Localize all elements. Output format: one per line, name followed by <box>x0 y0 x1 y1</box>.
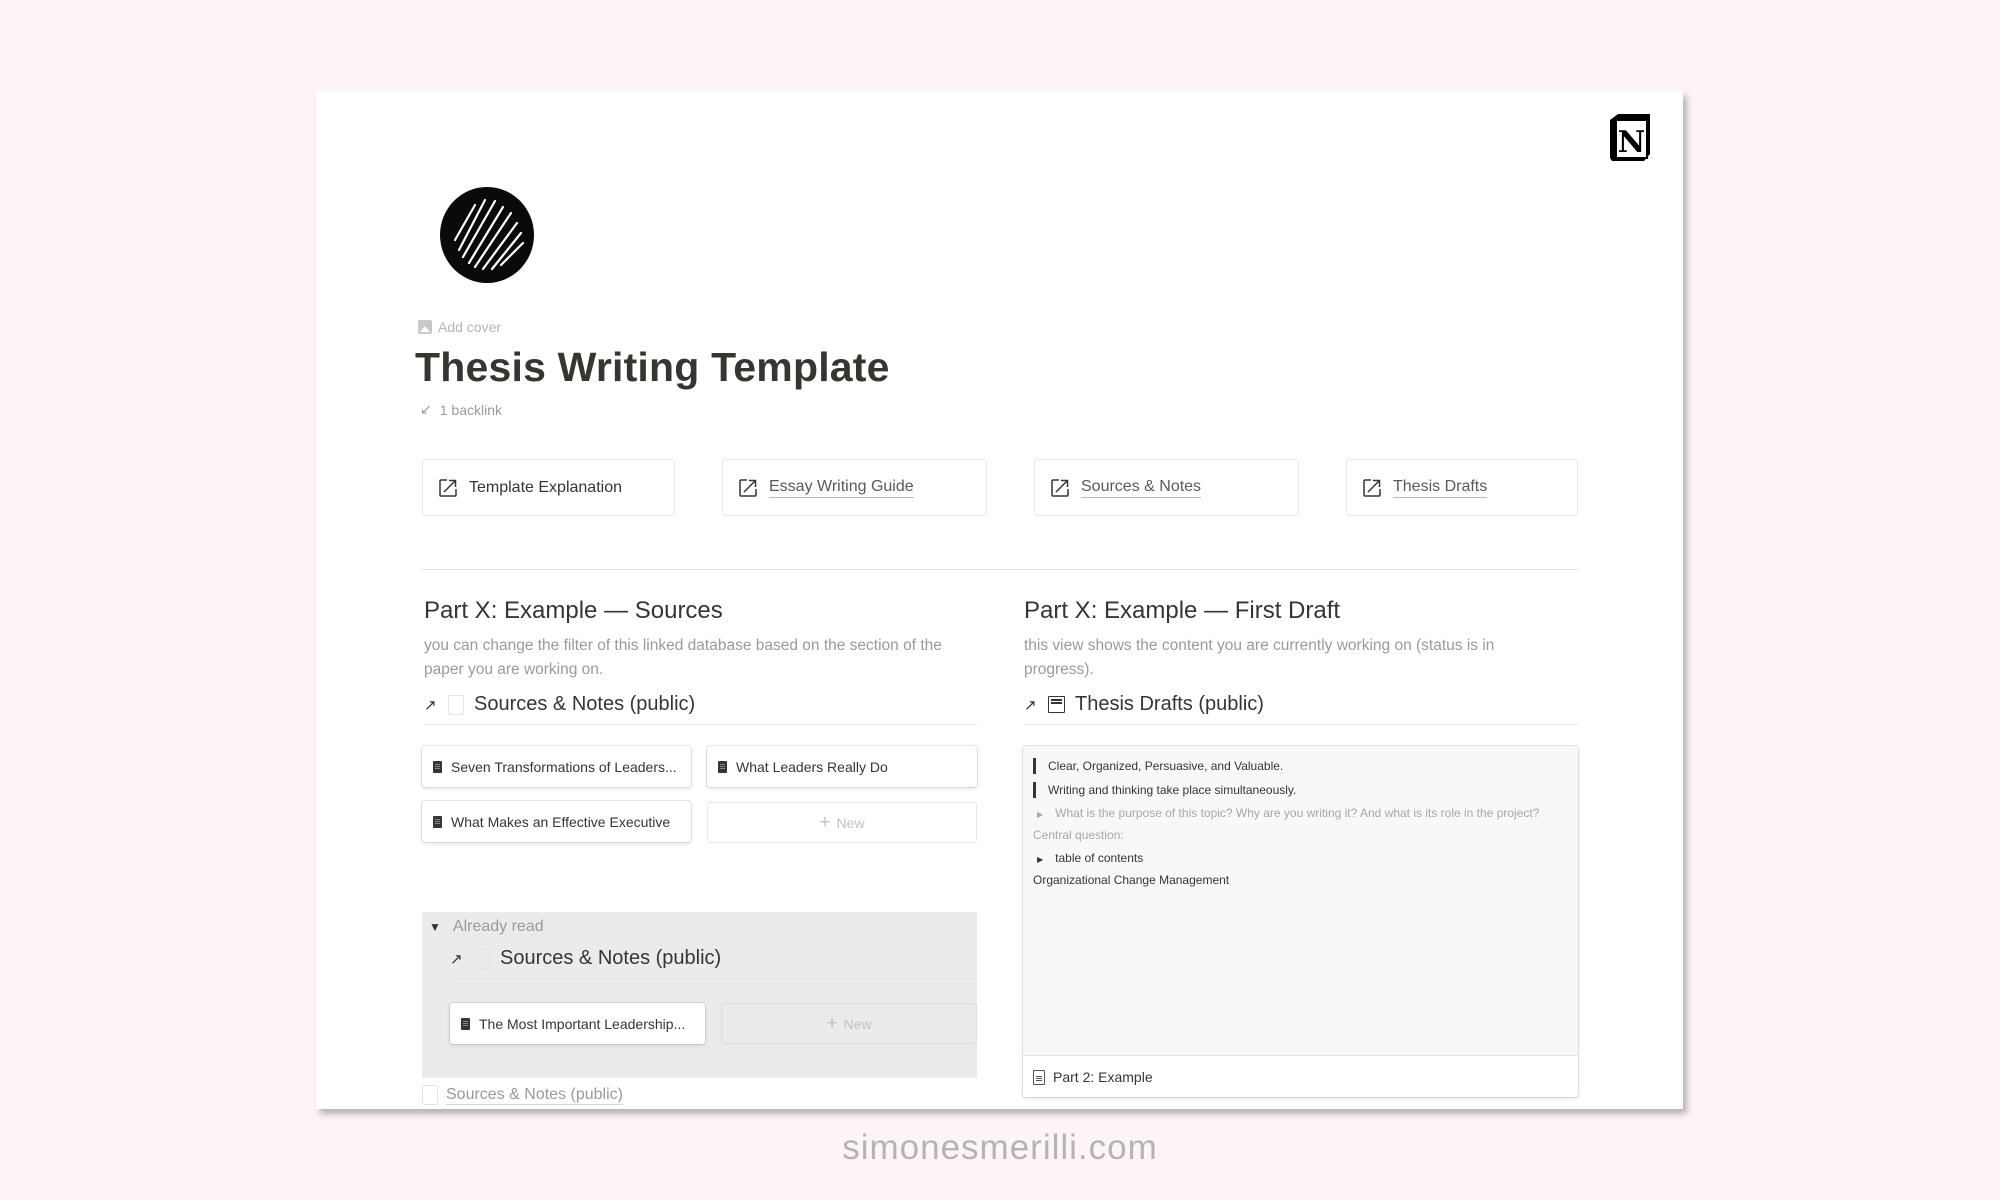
backlinks-button[interactable]: ↙ 1 backlink <box>420 401 502 418</box>
add-cover-button[interactable]: Add cover <box>418 319 501 335</box>
document-icon <box>433 760 442 773</box>
gallery-card-title: What Makes an Effective Executive <box>451 813 671 830</box>
linked-arrow-icon: ↗ <box>424 696 437 714</box>
database-title-label: Sources & Notes (public) <box>500 947 722 969</box>
notion-logo-icon: N <box>1610 114 1650 161</box>
image-icon <box>418 320 432 334</box>
clipboard-icon <box>422 1085 438 1105</box>
gallery-card-title: The Most Important Leadership... <box>479 1015 686 1032</box>
preview-toggle: ▶ table of contents <box>1033 851 1143 865</box>
thesis-drafts-database-title[interactable]: ↗ Thesis Drafts (public) <box>1024 693 1578 725</box>
gallery-card[interactable]: What Makes an Effective Executive <box>422 801 691 842</box>
toggle-triangle-right-icon: ▶ <box>1037 855 1044 864</box>
notion-page-card: N Add cover Thesis Writing Template ↙ 1 … <box>316 91 1683 1109</box>
external-link-icon <box>1363 478 1381 497</box>
new-label: New <box>843 1015 872 1032</box>
toggle-triangle-down-icon[interactable]: ▼ <box>429 920 441 934</box>
link-card-sources-notes[interactable]: Sources & Notes <box>1034 459 1299 516</box>
link-card-thesis-drafts[interactable]: Thesis Drafts <box>1346 459 1578 516</box>
plus-icon: + <box>826 1013 838 1034</box>
document-icon <box>461 1017 470 1030</box>
link-card-template-explanation[interactable]: Template Explanation <box>422 459 675 516</box>
divider <box>422 569 1578 570</box>
gallery-card-title: What Leaders Really Do <box>736 758 888 775</box>
toggle-label: Already read <box>452 918 544 935</box>
already-read-toggle-block: ▼ Already read ↗ Sources & Notes (public… <box>422 912 977 1078</box>
document-icon <box>718 760 727 773</box>
sources-description: you can change the filter of this linked… <box>424 637 942 678</box>
page-icon <box>1033 1069 1045 1085</box>
preview-text: Organizational Change Management <box>1033 873 1230 887</box>
gallery-card[interactable]: Seven Transformations of Leaders... <box>422 746 691 787</box>
sources-notes-page-link[interactable]: Sources & Notes (public) <box>422 1085 623 1105</box>
preview-toggle-text: What is the purpose of this topic? Why a… <box>1055 806 1540 820</box>
database-title-label: Thesis Drafts (public) <box>1075 693 1264 715</box>
external-link-icon <box>439 478 457 497</box>
link-card-label: Sources & Notes <box>1081 477 1202 498</box>
new-label: New <box>836 814 865 831</box>
card-preview: Clear, Organized, Persuasive, and Valuab… <box>1023 746 1578 1056</box>
watermark: simonesmerilli.com <box>842 1128 1158 1167</box>
backlinks-label: 1 backlink <box>439 401 502 418</box>
gallery-card-title: Seven Transformations of Leaders... <box>451 758 677 775</box>
database-table-icon <box>1048 696 1065 713</box>
sources-heading: Part X: Example — Sources <box>424 597 723 624</box>
preview-toggle: ▶ What is the purpose of this topic? Why … <box>1033 806 1539 820</box>
svg-text:N: N <box>1618 125 1645 160</box>
database-title-label: Sources & Notes (public) <box>474 693 696 715</box>
new-card-button[interactable]: + New <box>721 1003 977 1044</box>
link-card-label: Essay Writing Guide <box>769 477 914 498</box>
external-link-icon <box>1051 478 1069 497</box>
link-card-essay-writing-guide[interactable]: Essay Writing Guide <box>722 459 987 516</box>
plus-icon: + <box>819 812 831 833</box>
first-draft-heading: Part X: Example — First Draft <box>1024 597 1341 624</box>
sources-database-title[interactable]: ↗ Sources & Notes (public) <box>424 693 977 725</box>
linked-arrow-icon: ↗ <box>450 950 463 968</box>
card-footer: Part 2: Example <box>1033 1057 1153 1097</box>
page-link-label: Sources & Notes (public) <box>446 1085 623 1105</box>
card-title: Part 2: Example <box>1053 1069 1153 1085</box>
gallery-card[interactable]: What Leaders Really Do <box>707 746 977 787</box>
clipboard-icon <box>474 948 490 969</box>
page-title[interactable]: Thesis Writing Template <box>415 344 890 391</box>
document-icon <box>433 815 442 828</box>
new-card-button[interactable]: + New <box>707 802 977 843</box>
preview-quote: Writing and thinking take place simultan… <box>1033 782 1296 798</box>
preview-toggle-text: table of contents <box>1055 851 1144 865</box>
backlink-arrow-icon: ↙ <box>420 401 432 417</box>
linked-arrow-icon: ↗ <box>1024 696 1037 714</box>
external-link-icon <box>739 478 757 497</box>
already-read-toggle[interactable]: ▼ Already read <box>429 918 544 936</box>
thesis-draft-gallery-card[interactable]: Clear, Organized, Persuasive, and Valuab… <box>1023 746 1578 1097</box>
first-draft-description: this view shows the content you are curr… <box>1024 637 1495 678</box>
preview-quote: Clear, Organized, Persuasive, and Valuab… <box>1033 758 1283 774</box>
add-cover-label: Add cover <box>438 319 502 335</box>
link-card-label: Thesis Drafts <box>1393 477 1488 498</box>
preview-text: Central question: <box>1033 828 1124 842</box>
scribbled-circle-icon[interactable] <box>437 185 537 285</box>
gallery-card[interactable]: The Most Important Leadership... <box>450 1003 705 1044</box>
toggle-triangle-right-icon: ▶ <box>1037 810 1044 819</box>
link-card-label: Template Explanation <box>469 478 622 496</box>
clipboard-icon <box>448 694 464 715</box>
nested-database-title[interactable]: ↗ Sources & Notes (public) <box>450 947 977 979</box>
